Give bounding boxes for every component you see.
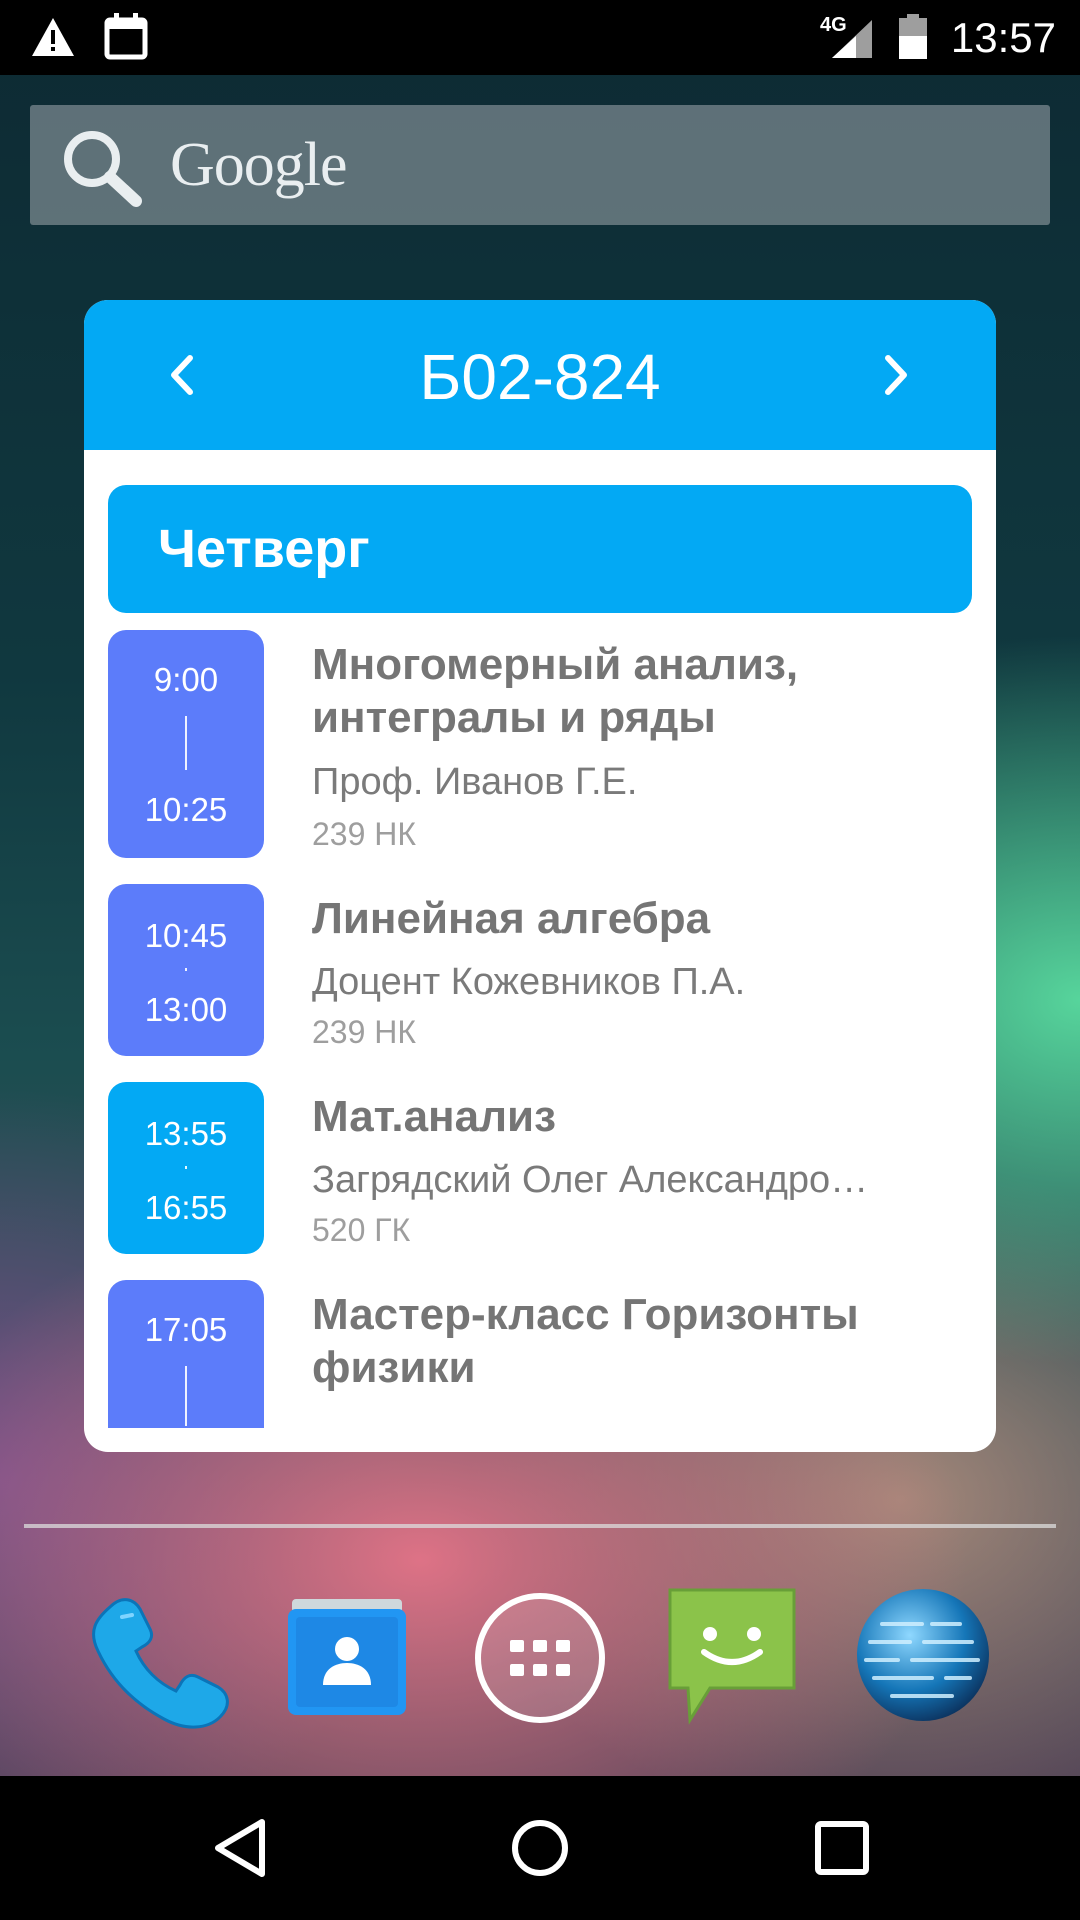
lesson-start-time: 13:55 (144, 1115, 228, 1152)
lesson-teacher: Проф. Иванов Г.Е. (312, 761, 638, 803)
battery-icon (899, 14, 927, 59)
lesson-time-box: 13:55 16:55 (108, 1082, 264, 1254)
day-header: Четверг (108, 485, 972, 613)
time-separator (185, 1366, 187, 1426)
chevron-right-icon[interactable] (878, 350, 914, 400)
app-drawer-icon[interactable] (472, 1590, 608, 1726)
lesson-time-box: 10:45 13:00 (108, 884, 264, 1056)
lesson-subject: Линейная алгебра (312, 894, 711, 943)
lesson-subject: Многомерный анализ, интегралы и ряды (312, 638, 962, 744)
lesson-time-box: 9:00 10:25 (108, 630, 264, 858)
calendar-icon (104, 13, 148, 60)
lesson-room: 239 НК (312, 816, 417, 852)
lesson-subject-line: Мастер-класс Горизонты (312, 1290, 859, 1339)
lesson-subject: Мат.анализ (312, 1092, 556, 1141)
schedule-widget: Б02-824 Четверг 9:00 10:25 Многомерный а… (84, 300, 996, 1452)
lesson-room: 239 НК (312, 1014, 417, 1050)
lesson-room: 520 ГК (312, 1212, 411, 1248)
lesson-end-time: 16:55 (144, 1189, 228, 1226)
lesson-item[interactable]: 17:05 Мастер-класс Горизонты физики (108, 1280, 972, 1428)
lesson-subject-line: интегралы и ряды (312, 693, 716, 742)
contacts-icon[interactable] (286, 1595, 408, 1719)
clock: 13:57 (950, 14, 1056, 61)
signal-icon (832, 20, 872, 58)
google-logo: Google (170, 131, 348, 199)
status-bar: 4G 13:57 (0, 0, 1080, 75)
widget-header: Б02-824 (84, 300, 996, 450)
navigation-bar (0, 1776, 1080, 1920)
back-icon[interactable] (210, 1816, 270, 1880)
google-search-bar[interactable]: Google (30, 105, 1050, 225)
lesson-start-time: 9:00 (153, 661, 219, 698)
lesson-end-time: 10:25 (144, 791, 228, 828)
lesson-teacher: Доцент Кожевников П.А. (312, 961, 746, 1003)
time-separator (185, 968, 187, 971)
lesson-item[interactable]: 10:45 13:00 Линейная алгебра Доцент Коже… (108, 884, 972, 1056)
lesson-start-time: 17:05 (144, 1311, 228, 1348)
warning-icon (32, 18, 74, 56)
lesson-end-time: 13:00 (144, 991, 228, 1028)
time-separator (185, 1166, 187, 1169)
lesson-subject: Мастер-класс Горизонты физики (312, 1288, 962, 1394)
group-title: Б02-824 (419, 341, 661, 413)
recents-icon[interactable] (810, 1816, 874, 1880)
lesson-teacher: Загрядский Олег Александро… (312, 1159, 869, 1201)
lesson-item[interactable]: 9:00 10:25 Многомерный анализ, интегралы… (108, 630, 972, 858)
phone-icon[interactable] (82, 1585, 232, 1735)
lesson-start-time: 10:45 (144, 917, 228, 954)
day-label: Четверг (158, 519, 370, 579)
dock-divider (24, 1524, 1056, 1528)
home-icon[interactable] (508, 1816, 572, 1880)
time-separator (185, 716, 187, 770)
browser-globe-icon[interactable] (852, 1584, 994, 1726)
lesson-subject-line: физики (312, 1343, 476, 1392)
lesson-item[interactable]: 13:55 16:55 Мат.анализ Загрядский Олег А… (108, 1082, 972, 1254)
lesson-time-box: 17:05 (108, 1280, 264, 1428)
messaging-icon[interactable] (664, 1586, 800, 1726)
lesson-subject-line: Многомерный анализ, (312, 640, 799, 689)
search-icon (64, 131, 142, 207)
